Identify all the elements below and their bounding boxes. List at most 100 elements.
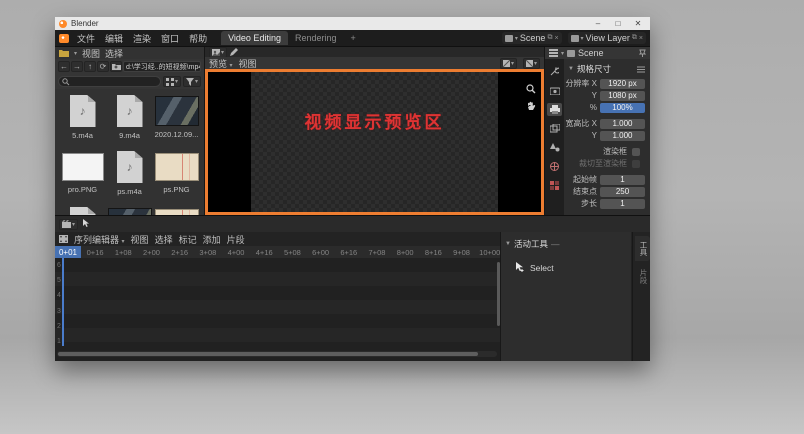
scene-tab-icon[interactable] — [547, 141, 562, 154]
sq-menu-add[interactable]: 添加 — [203, 233, 221, 246]
menu-render[interactable]: 渲染 — [129, 31, 155, 46]
video-thumbnail — [155, 96, 199, 126]
menu-edit[interactable]: 编辑 — [101, 31, 127, 46]
select-tool-icon[interactable] — [82, 219, 92, 229]
aspect-x-field[interactable]: 1.000 — [600, 119, 645, 129]
fb-menu-select[interactable]: 选择 — [105, 47, 123, 60]
file-item[interactable]: ♪ 9.m4a — [106, 92, 153, 148]
file-item[interactable]: ♪ 5.m4a — [59, 92, 106, 148]
format-panel-header[interactable]: ▼ 规格尺寸 — [564, 61, 647, 78]
file-name: ps.PNG — [163, 185, 189, 194]
path-input[interactable]: d:\学习经..的短视频\mp4\ — [123, 61, 201, 72]
display-mode-button[interactable]: ▾ — [163, 76, 181, 87]
parent-dir-button[interactable]: ↑ — [84, 61, 96, 72]
sidebar-tab-strip: 工具 片段 — [632, 232, 650, 361]
crop-border-checkbox[interactable] — [632, 160, 640, 168]
active-tool-panel-header[interactable]: ▼ 活动工具 — — [501, 232, 631, 254]
search-icon — [62, 78, 70, 86]
file-item[interactable]: 2020.12.09... — [153, 92, 200, 148]
ruler-tick: 3+08 — [194, 248, 222, 257]
tool-tab-icon[interactable] — [547, 65, 562, 78]
frame-start-field[interactable]: 1 — [600, 175, 645, 185]
close-button[interactable]: ✕ — [630, 19, 646, 28]
menu-window[interactable]: 窗口 — [157, 31, 183, 46]
presets-icon[interactable] — [637, 66, 645, 73]
resolution-x-field[interactable]: 1920 px — [600, 79, 645, 89]
new-scene-icon[interactable]: ⧉ — [547, 34, 552, 42]
unlink-scene-icon[interactable]: × — [554, 35, 558, 42]
preview-mode-dropdown[interactable]: 预览 ▾ — [209, 57, 233, 70]
world-tab-icon[interactable] — [547, 160, 562, 173]
sequencer-editor-type-button[interactable]: ▾ — [59, 219, 78, 230]
forward-button[interactable]: → — [71, 61, 83, 72]
tab-video-editing[interactable]: Video Editing — [221, 31, 288, 45]
sq-menu-marker[interactable]: 标记 — [179, 233, 197, 246]
pan-hand-icon[interactable] — [526, 101, 536, 111]
sq-menu-select[interactable]: 选择 — [155, 233, 173, 246]
menu-help[interactable]: 帮助 — [185, 31, 211, 46]
zoom-icon[interactable] — [526, 84, 536, 94]
file-item[interactable] — [153, 204, 200, 215]
menu-file[interactable]: 文件 — [73, 31, 99, 46]
pin-icon[interactable] — [639, 49, 646, 57]
overlay-toggle-button[interactable]: ▾ — [523, 58, 540, 69]
file-item[interactable]: pro.PNG — [59, 148, 106, 204]
frame-step-field[interactable]: 1 — [600, 199, 645, 209]
maximize-button[interactable]: □ — [610, 19, 626, 28]
remove-layer-icon[interactable]: × — [639, 35, 643, 42]
output-tab-icon[interactable] — [547, 103, 562, 116]
desktop-background: Blender – □ ✕ 文件 编辑 渲染 窗口 帮助 Video Editi… — [0, 0, 804, 434]
file-item[interactable]: ps.PNG — [153, 148, 200, 204]
format-panel-title: 规格尺寸 — [577, 63, 611, 75]
new-layer-icon[interactable]: ⧉ — [632, 34, 637, 42]
view-layer-tab-icon[interactable] — [547, 122, 562, 135]
minimize-button[interactable]: – — [590, 19, 606, 28]
render-border-checkbox[interactable] — [632, 148, 640, 156]
folder-icon[interactable] — [59, 49, 69, 57]
sq-menu-strip[interactable]: 片段 — [227, 233, 245, 246]
resolution-pct-field[interactable]: 100% — [600, 103, 645, 113]
preview-menu-view[interactable]: 视图 — [239, 57, 257, 70]
file-name: ps.m4a — [117, 187, 142, 196]
new-folder-button[interactable] — [110, 61, 122, 72]
sq-menu-view[interactable]: 视图 — [131, 233, 149, 246]
render-border-row: 渲染框 — [564, 146, 647, 157]
properties-editor-icon[interactable] — [549, 49, 558, 57]
aspect-y-field[interactable]: 1.000 — [600, 131, 645, 141]
properties-editor: ▾ Scene — [545, 47, 650, 215]
chevron-down-icon: ▾ — [74, 50, 77, 57]
resolution-x-row: 分辨率 X 1920 px — [564, 78, 647, 89]
frame-end-field[interactable]: 250 — [600, 187, 645, 197]
resolution-y-field[interactable]: 1080 px — [600, 91, 645, 101]
scene-selector[interactable]: ▾ Scene ⧉ × — [502, 32, 562, 44]
shading-toggle-button[interactable]: ▾ — [500, 58, 517, 69]
render-tab-icon[interactable] — [547, 84, 562, 97]
audio-file-icon: ♪ — [70, 95, 96, 127]
sidebar-tab-strip-tab[interactable]: 片段 — [635, 264, 650, 289]
properties-body: ▼ 规格尺寸 分辨率 X 1920 px Y — [545, 59, 650, 215]
horizontal-scrollbar-thumb[interactable] — [58, 352, 478, 356]
filter-button[interactable]: ▾ — [183, 76, 201, 87]
view-layer-selector[interactable]: ▾ View Layer ⧉ × — [568, 32, 646, 44]
file-item[interactable]: ♪ — [59, 204, 106, 215]
sidebar-tab-tool[interactable]: 工具 — [635, 236, 650, 261]
horizontal-scrollbar[interactable] — [57, 351, 497, 357]
current-frame-indicator[interactable]: 0+01 — [55, 246, 81, 258]
tab-add-workspace[interactable]: + — [343, 31, 362, 45]
timeline-tracks[interactable]: 6 5 4 3 2 1 — [55, 258, 502, 346]
tab-rendering[interactable]: Rendering — [288, 31, 344, 45]
search-input[interactable] — [58, 76, 161, 87]
sequencer-display-dropdown[interactable]: 序列编辑器 ▾ — [74, 233, 125, 246]
fb-menu-view[interactable]: 视图 — [82, 47, 100, 60]
file-item[interactable] — [106, 204, 153, 215]
blender-menu-icon[interactable] — [59, 34, 69, 43]
playhead[interactable] — [62, 258, 64, 346]
video-preview-canvas[interactable]: 视频显示预览区 — [205, 69, 544, 215]
select-tool-row[interactable]: Select — [501, 254, 631, 273]
annotate-tool-icon[interactable] — [230, 48, 238, 56]
timeline-ruler[interactable]: 0+01 0+16 1+08 2+00 2+16 3+08 4+00 4+16 … — [55, 246, 502, 258]
file-item[interactable]: ♪ ps.m4a — [106, 148, 153, 204]
back-button[interactable]: ← — [58, 61, 70, 72]
texture-tab-icon[interactable] — [547, 179, 562, 192]
refresh-button[interactable]: ⟳ — [97, 61, 109, 72]
